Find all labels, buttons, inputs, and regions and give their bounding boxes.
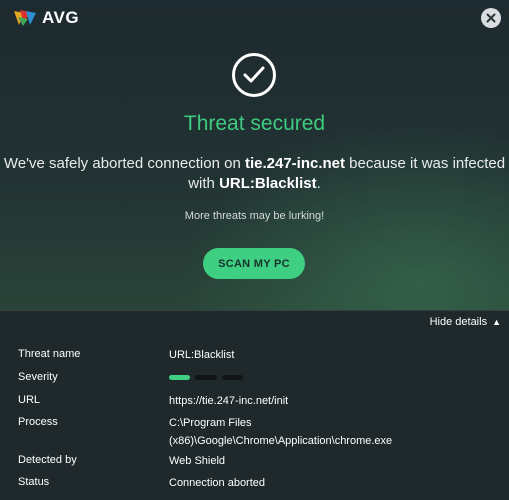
severity-segment: [195, 375, 217, 380]
detail-label-process: Process: [18, 416, 58, 428]
detail-value-threat-name: URL:Blacklist: [169, 349, 235, 361]
alert-title: Threat secured: [183, 112, 326, 135]
scan-my-pc-button[interactable]: SCAN MY PC: [203, 248, 305, 279]
process-path-line2: (x86)\Google\Chrome\Application\chrome.e…: [169, 435, 393, 447]
success-badge: [232, 53, 276, 97]
check-icon: [243, 66, 265, 83]
severity-segment: [169, 375, 190, 380]
message-prefix: We've safely aborted connection on: [3, 155, 245, 172]
hide-details-label: Hide details: [429, 316, 488, 328]
detail-value-url: https://tie.247-inc.net/init: [169, 395, 289, 407]
detail-value-process: C:\Program Files (x86)\Google\Chrome\App…: [169, 414, 392, 450]
details-panel: Hide details ▲ Threat name URL:Blacklist…: [0, 311, 509, 500]
detail-label-detected-by: Detected by: [18, 454, 77, 466]
message-suffix: .: [316, 175, 321, 192]
detail-label-threat-name: Threat name: [18, 348, 81, 360]
detail-label-severity: Severity: [18, 371, 58, 383]
avg-logo: AVG: [12, 8, 79, 28]
hide-details-toggle[interactable]: Hide details ▲: [430, 316, 501, 328]
detail-label-status: Status: [18, 476, 50, 488]
process-path-line1: C:\Program Files: [169, 417, 252, 429]
close-button[interactable]: [481, 8, 501, 28]
alert-message: We've safely aborted connection on tie.2…: [0, 154, 509, 194]
brand-name: AVG: [42, 8, 80, 27]
caret-up-icon: ▲: [492, 317, 501, 327]
severity-segment: [222, 375, 243, 380]
detail-value-status: Connection aborted: [169, 477, 266, 489]
infected-domain: tie.247-inc.net: [244, 155, 346, 172]
detail-label-url: URL: [18, 394, 41, 406]
detail-value-detected-by: Web Shield: [169, 455, 226, 467]
lurking-notice: More threats may be lurking!: [184, 210, 325, 222]
alert-panel: AVG Threat secured We've safely aborted …: [0, 0, 509, 310]
threat-name: URL:Blacklist: [219, 175, 317, 192]
close-icon: [486, 13, 496, 23]
avg-logo-icon: [14, 10, 36, 26]
